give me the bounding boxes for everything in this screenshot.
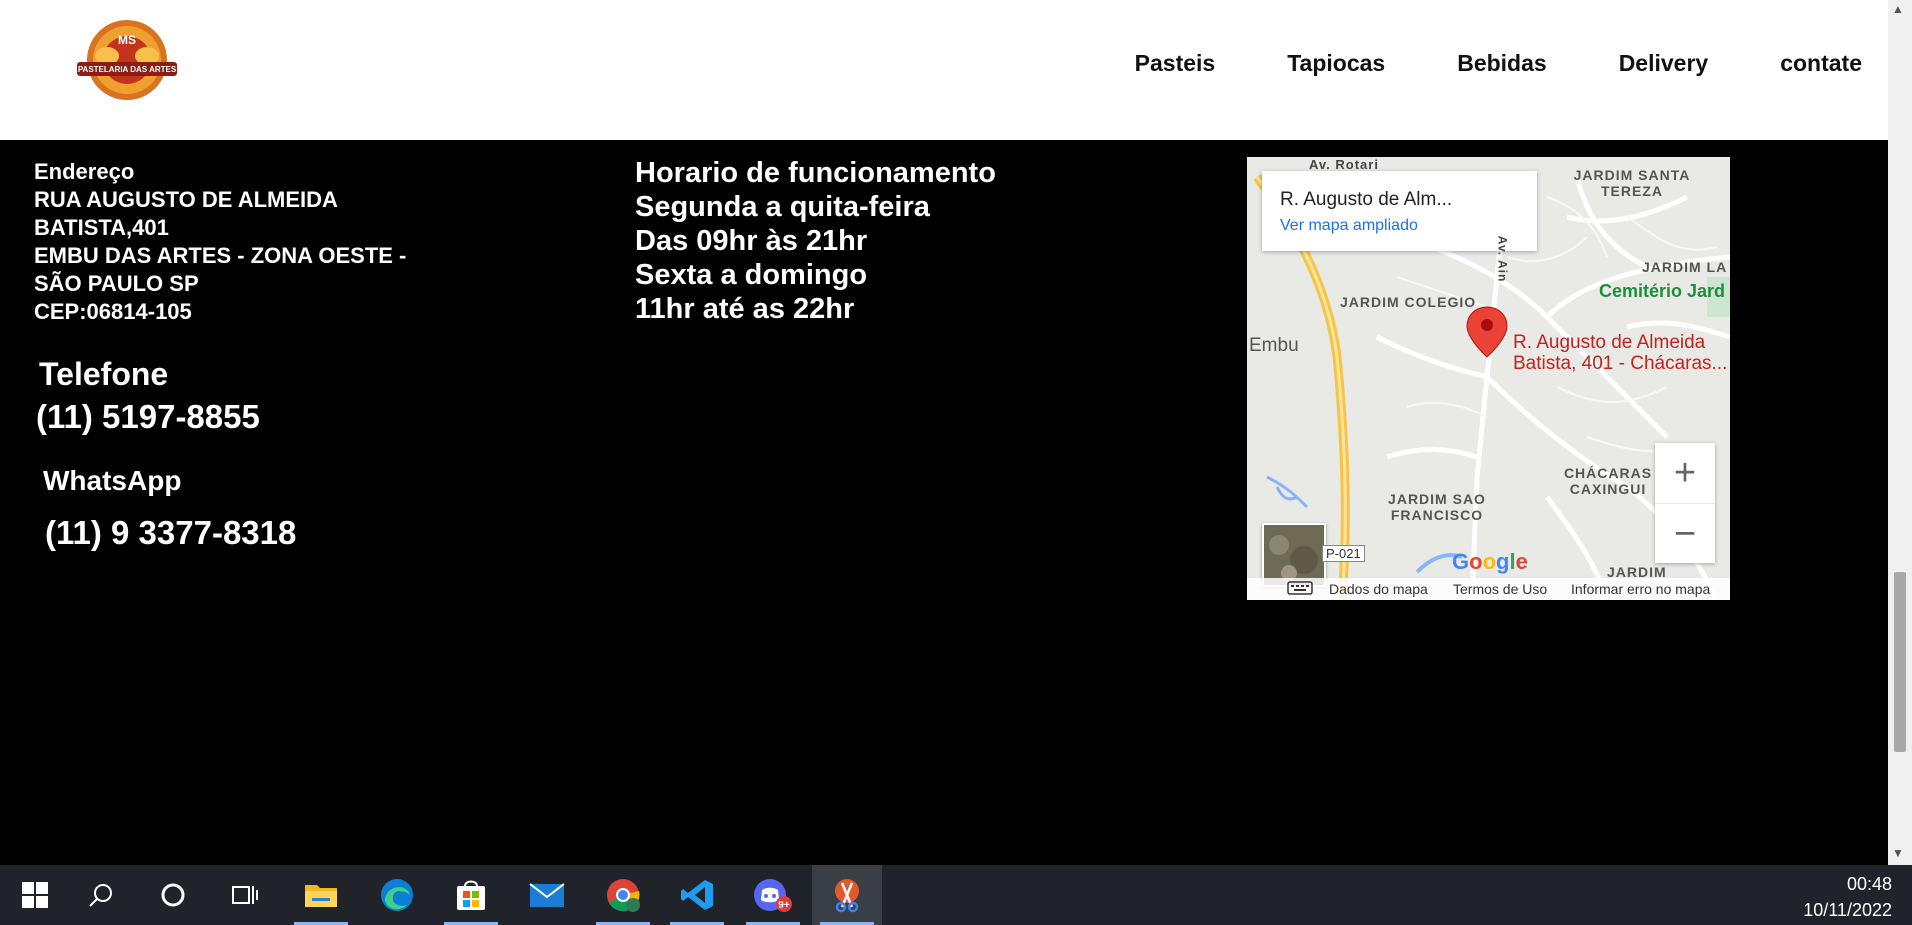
google-logo-letter: o bbox=[1469, 549, 1483, 574]
hours-line: Sexta a domingo bbox=[635, 259, 868, 291]
search-icon bbox=[89, 884, 112, 907]
folder-icon bbox=[305, 885, 337, 907]
map-route-shield: P-021 bbox=[1322, 545, 1365, 562]
logo-banner-text: PASTELARIA DAS ARTES bbox=[78, 65, 177, 74]
map-label-embu: Embu bbox=[1249, 335, 1299, 356]
address-block: Endereço RUA AUGUSTO DE ALMEIDA BATISTA,… bbox=[34, 158, 406, 326]
map-pin-label-line1: R. Augusto de Almeida bbox=[1513, 332, 1706, 353]
nav-tapiocas[interactable]: Tapiocas bbox=[1287, 50, 1385, 77]
nav-pasteis[interactable]: Pasteis bbox=[1135, 50, 1216, 77]
main-nav: Pasteis Tapiocas Bebidas Delivery contat… bbox=[1063, 50, 1862, 77]
windows-taskbar: 9+ 00:48 10/11/2022 bbox=[0, 865, 1912, 925]
google-logo: Google bbox=[1452, 549, 1528, 575]
whatsapp-number: (11) 9 3377-8318 bbox=[45, 514, 297, 551]
address-cep: CEP:06814-105 bbox=[34, 299, 192, 324]
taskbar-search-button[interactable] bbox=[66, 865, 136, 925]
dados-do-mapa-link[interactable]: Dados do mapa bbox=[1329, 581, 1428, 597]
hours-line: Das 09hr às 21hr bbox=[635, 225, 868, 257]
map-label-chacaras-caxingui: CHÁCARAS CAXINGUI bbox=[1563, 465, 1653, 497]
taskbar-edge[interactable] bbox=[362, 865, 432, 925]
google-logo-letter: g bbox=[1496, 549, 1510, 574]
whatsapp-label: WhatsApp bbox=[43, 465, 182, 496]
map-zoom-controls: + − bbox=[1655, 443, 1715, 563]
clock-time: 00:48 bbox=[1846, 874, 1892, 894]
windows-start-button[interactable] bbox=[0, 865, 70, 925]
informar-erro-link[interactable]: Informar erro no mapa bbox=[1571, 581, 1710, 597]
ver-mapa-ampliado-link[interactable]: Ver mapa ampliado bbox=[1280, 217, 1418, 235]
discord-icon: 9+ bbox=[754, 879, 792, 912]
taskbar-file-explorer[interactable] bbox=[286, 865, 356, 925]
taskbar-snipping-tool[interactable] bbox=[812, 865, 882, 925]
address-line: SÃO PAULO SP bbox=[34, 271, 199, 296]
telefone-number: (11) 5197-8855 bbox=[36, 398, 260, 435]
address-line: EMBU DAS ARTES - ZONA OESTE - bbox=[34, 243, 407, 268]
map-footer: Dados do mapa Termos de Uso Informar err… bbox=[1247, 578, 1730, 600]
scroll-thumb[interactable] bbox=[1894, 572, 1906, 752]
scroll-up-arrow-icon[interactable]: ▲ bbox=[1892, 2, 1904, 16]
store-icon bbox=[457, 880, 485, 910]
termos-de-uso-link[interactable]: Termos de Uso bbox=[1453, 581, 1547, 597]
taskbar-clock[interactable]: 00:48 10/11/2022 bbox=[1803, 871, 1892, 923]
nav-contate[interactable]: contate bbox=[1780, 50, 1862, 77]
taskbar-discord[interactable]: 9+ bbox=[738, 865, 808, 925]
google-logo-letter: e bbox=[1515, 549, 1528, 574]
taskbar-vscode[interactable] bbox=[662, 865, 732, 925]
snipping-tool-icon bbox=[835, 879, 859, 913]
clock-date: 10/11/2022 bbox=[1803, 900, 1892, 920]
taskbar-chrome[interactable] bbox=[588, 865, 658, 925]
task-view-icon bbox=[232, 886, 258, 904]
site-header: MS PASTELARIA DAS ARTES Pasteis Tapiocas… bbox=[0, 0, 1888, 140]
map-place-title: R. Augusto de Alm... bbox=[1280, 189, 1453, 210]
mail-icon bbox=[529, 883, 565, 907]
pastelaria-logo[interactable]: MS PASTELARIA DAS ARTES bbox=[72, 18, 182, 108]
zoom-out-button[interactable]: − bbox=[1655, 503, 1715, 564]
nav-bebidas[interactable]: Bebidas bbox=[1457, 50, 1546, 77]
hours-heading: Horario de funcionamento bbox=[635, 157, 996, 189]
contact-section: Endereço RUA AUGUSTO DE ALMEIDA BATISTA,… bbox=[0, 140, 1888, 865]
google-logo-letter: G bbox=[1452, 549, 1470, 574]
map-label-jardim-sao-francisco: JARDIM SAO FRANCISCO bbox=[1388, 491, 1486, 523]
cortana-button[interactable] bbox=[138, 865, 208, 925]
map-label-jardim-colegio: JARDIM COLEGIO bbox=[1340, 294, 1477, 310]
address-line: RUA AUGUSTO DE ALMEIDA bbox=[34, 187, 338, 212]
discord-badge: 9+ bbox=[778, 900, 790, 911]
map-label-av-rotary: Av. Rotari bbox=[1309, 157, 1379, 172]
cortana-icon bbox=[161, 883, 185, 907]
edge-icon bbox=[381, 879, 413, 911]
map-label-cemiterio: Cemitério Jard bbox=[1599, 281, 1726, 301]
task-view-button[interactable] bbox=[210, 865, 280, 925]
hours-line: Segunda a quita-feira bbox=[635, 191, 930, 223]
map-label-av-ain: Av. Ain bbox=[1495, 235, 1510, 283]
taskbar-microsoft-store[interactable] bbox=[436, 865, 506, 925]
vscode-icon bbox=[681, 880, 713, 910]
address-line: BATISTA,401 bbox=[34, 215, 169, 240]
satellite-thumbnail-icon bbox=[1264, 525, 1324, 585]
map-label-jardim-la: JARDIM LA bbox=[1642, 259, 1728, 275]
windows-logo-icon bbox=[22, 882, 48, 908]
address-heading: Endereço bbox=[34, 159, 135, 184]
map-label-jardim-santa-tereza: JARDIM SANTA TEREZA bbox=[1573, 167, 1691, 199]
zoom-in-button[interactable]: + bbox=[1655, 443, 1715, 503]
google-logo-text: Google bbox=[1452, 549, 1528, 574]
map-pin-label-line2: Batista, 401 - Chácaras... bbox=[1513, 353, 1728, 374]
page-scrollbar[interactable]: ▲ ▼ bbox=[1888, 0, 1912, 865]
chrome-icon bbox=[607, 879, 640, 912]
telefone-label: Telefone bbox=[39, 356, 169, 392]
scroll-down-arrow-icon[interactable]: ▼ bbox=[1892, 846, 1904, 860]
hours-line: 11hr até as 22hr bbox=[635, 293, 855, 325]
google-map-embed[interactable]: R. Augusto de Alm... Ver mapa ampliado A… bbox=[1247, 157, 1730, 600]
google-logo-letter: o bbox=[1482, 549, 1497, 574]
opening-hours: Horario de funcionamento Segunda a quita… bbox=[635, 156, 996, 326]
nav-delivery[interactable]: Delivery bbox=[1619, 50, 1709, 77]
logo-ms-text: MS bbox=[118, 33, 136, 47]
taskbar-mail[interactable] bbox=[512, 865, 582, 925]
